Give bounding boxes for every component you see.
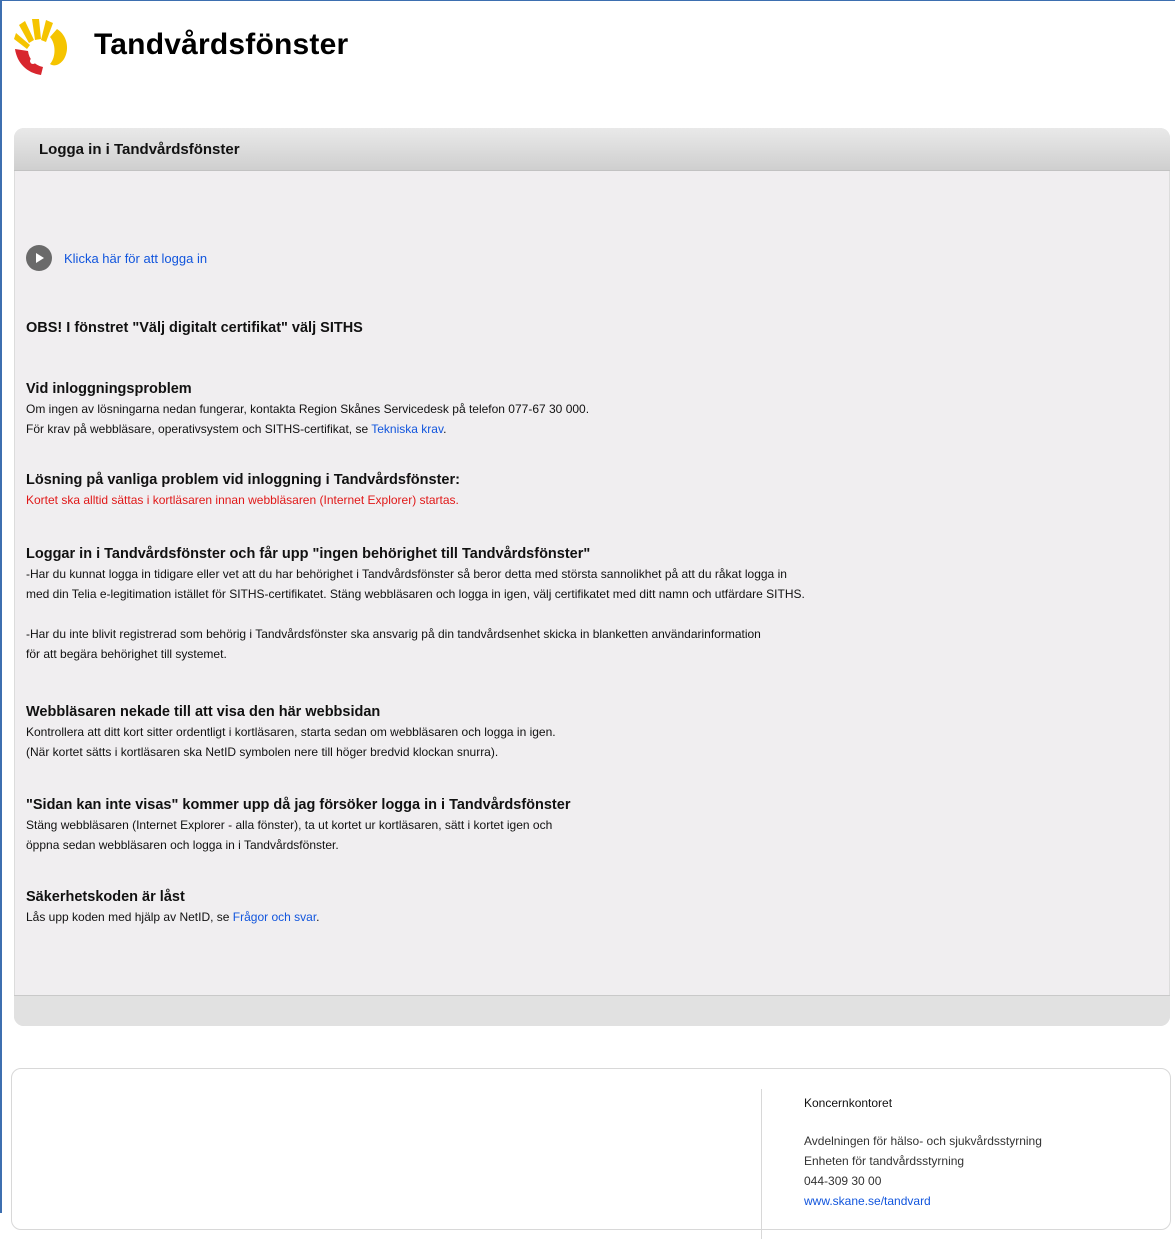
- section-login-problems: Vid inloggningsproblem Om ingen av lösni…: [26, 379, 589, 439]
- footer-phone: 044-309 30 00: [804, 1174, 882, 1188]
- section-heading: Lösning på vanliga problem vid inloggnin…: [26, 472, 460, 488]
- tekniska-krav-link[interactable]: Tekniska krav: [371, 422, 443, 436]
- section-text: Lås upp koden med hjälp av NetID, se Frå…: [26, 907, 320, 927]
- section-common-problems: Lösning på vanliga problem vid inloggnin…: [26, 470, 460, 510]
- section-text: (När kortet sätts i kortläsaren ska NetI…: [26, 745, 499, 759]
- section-heading: Säkerhetskoden är låst: [26, 889, 185, 905]
- obs-note: OBS! I fönstret "Välj digitalt certifika…: [26, 320, 363, 336]
- panel-footer: [14, 995, 1170, 1026]
- text-fragment: .: [316, 910, 320, 924]
- window-left-border: [0, 0, 2, 1213]
- panel-title: Logga in i Tandvårdsfönster: [14, 128, 1170, 171]
- footer-website-link[interactable]: www.skane.se/tandvard: [804, 1194, 931, 1208]
- section-security-code: Säkerhetskoden är låst Lås upp koden med…: [26, 887, 320, 927]
- login-row: Klicka här för att logga in: [26, 245, 207, 271]
- warning-text: Kortet ska alltid sättas i kortläsaren i…: [26, 493, 459, 507]
- section-no-permission: Loggar in i Tandvårdsfönster och får upp…: [26, 544, 805, 664]
- play-icon[interactable]: [26, 245, 52, 271]
- section-text: För krav på webbläsare, operativsystem o…: [26, 419, 589, 439]
- section-heading: Vid inloggningsproblem: [26, 381, 192, 397]
- footer-unit: Enheten för tandvårdsstyrning: [804, 1154, 965, 1168]
- login-panel: Logga in i Tandvårdsfönster Klicka här f…: [14, 128, 1170, 1026]
- text-fragment: .: [443, 422, 447, 436]
- section-text: Kontrollera att ditt kort sitter ordentl…: [26, 725, 556, 739]
- section-text: med din Telia e-legitimation istället fö…: [26, 587, 805, 601]
- section-heading: Webbläsaren nekade till att visa den här…: [26, 704, 381, 720]
- footer-dept: Avdelningen för hälso- och sjukvårdsstyr…: [804, 1134, 1042, 1148]
- section-text: Stäng webbläsaren (Internet Explorer - a…: [26, 818, 553, 832]
- section-heading: Loggar in i Tandvårdsfönster och får upp…: [26, 546, 591, 562]
- site-header: Tandvårdsfönster: [10, 10, 348, 80]
- login-link[interactable]: Klicka här för att logga in: [64, 251, 207, 266]
- obs-note-block: OBS! I fönstret "Välj digitalt certifika…: [26, 318, 363, 338]
- text-fragment: För krav på webbläsare, operativsystem o…: [26, 422, 372, 436]
- section-text: -Har du inte blivit registrerad som behö…: [26, 627, 761, 641]
- app-title: Tandvårdsfönster: [94, 28, 349, 61]
- footer-contact: Koncernkontoret Avdelningen för hälso- o…: [804, 1093, 1042, 1211]
- window-top-border: [0, 0, 1175, 1]
- skane-logo-icon[interactable]: [10, 13, 74, 77]
- section-page-cannot-display: "Sidan kan inte visas" kommer upp då jag…: [26, 795, 570, 855]
- footer-divider: [761, 1089, 762, 1239]
- section-text: för att begära behörighet till systemet.: [26, 647, 227, 661]
- section-text: öppna sedan webbläsaren och logga in i T…: [26, 838, 339, 852]
- fragor-och-svar-link[interactable]: Frågor och svar: [233, 910, 316, 924]
- section-heading: "Sidan kan inte visas" kommer upp då jag…: [26, 797, 571, 813]
- section-browser-denied: Webbläsaren nekade till att visa den här…: [26, 702, 556, 762]
- section-text: Om ingen av lösningarna nedan fungerar, …: [26, 402, 590, 416]
- section-text: -Har du kunnat logga in tidigare eller v…: [26, 567, 787, 581]
- footer-org: Koncernkontoret: [804, 1096, 893, 1110]
- text-fragment: Lås upp koden med hjälp av NetID, se: [26, 910, 233, 924]
- page-footer: Koncernkontoret Avdelningen för hälso- o…: [11, 1068, 1171, 1239]
